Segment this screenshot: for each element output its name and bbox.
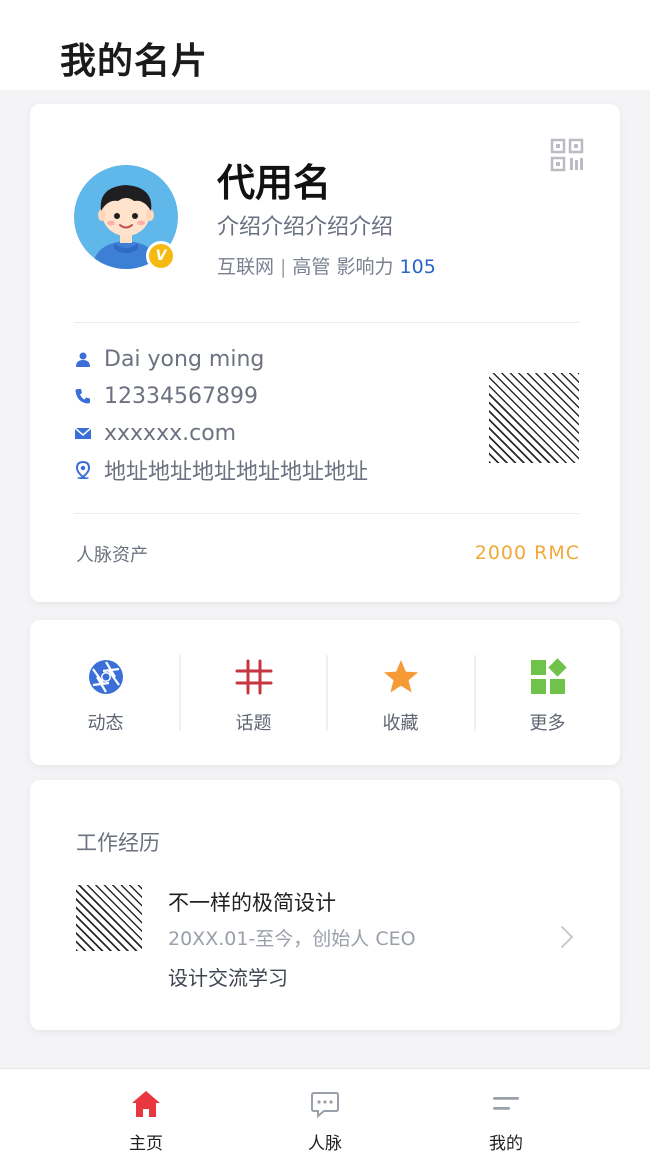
menu-icon (493, 1097, 519, 1110)
tab-label: 主页 (129, 1134, 163, 1154)
action-favorites[interactable]: 收藏 (327, 620, 474, 765)
page-header: 我的名片 (0, 0, 650, 90)
assets-label: 人脉资产 (76, 545, 148, 566)
action-topics[interactable]: 话题 (180, 620, 327, 765)
person-icon (76, 352, 90, 367)
phone-icon (75, 389, 90, 404)
star-icon (384, 660, 418, 693)
mail-icon (74, 427, 92, 439)
contact-address: 地址地址地址地址地址地址 (104, 460, 369, 485)
contact-name-row: Dai yong ming (74, 344, 264, 374)
aperture-icon (89, 660, 123, 694)
business-card: V 代用名 介绍介绍介绍介绍 互联网 | 高管 影响力 105 Dai yong m… (30, 104, 620, 602)
home-icon (132, 1091, 160, 1117)
card-tags: 互联网 | 高管 影响力 105 (217, 252, 436, 279)
assets-value: 2000 RMC (474, 542, 580, 564)
work-period: 20XX.01-至今，创始人 CEO (168, 928, 416, 950)
action-more[interactable]: 更多 (474, 620, 621, 765)
verified-badge: V (146, 241, 176, 271)
card-intro: 介绍介绍介绍介绍 (217, 215, 394, 240)
grid-more-icon (531, 658, 567, 694)
work-description: 设计交流学习 (168, 966, 288, 990)
tab-home[interactable]: 主页 (76, 1069, 216, 1156)
location-pin-icon (75, 461, 91, 479)
tab-mine[interactable]: 我的 (436, 1069, 576, 1156)
quick-actions: 动态 话题 收藏 更多 (30, 620, 620, 765)
chat-bubble-icon (311, 1092, 339, 1119)
contact-name: Dai yong ming (104, 346, 265, 372)
contact-phone: 12334567899 (104, 383, 258, 409)
qr-code-image[interactable] (489, 373, 579, 463)
tab-contacts[interactable]: 人脉 (255, 1069, 395, 1156)
contact-address-row[interactable]: 地址地址地址地址地址地址 (74, 455, 368, 485)
tab-label: 我的 (489, 1134, 523, 1154)
influence-label: 影响力 (336, 256, 394, 278)
bottom-tab-bar: 主页 人脉 我的 (0, 1068, 650, 1156)
card-name: 代用名 (217, 161, 332, 205)
action-moments[interactable]: 动态 (32, 620, 179, 765)
industry-tag: 互联网 (217, 256, 275, 278)
divider (74, 513, 580, 514)
action-label: 话题 (235, 713, 272, 734)
page-title: 我的名片 (60, 41, 209, 82)
qr-code-icon[interactable] (550, 138, 584, 172)
tag-separator: | (280, 256, 287, 278)
work-experience-card: 工作经历 不一样的极简设计 20XX.01-至今，创始人 CEO 设计交流学习 (30, 780, 620, 1030)
section-title: 工作经历 (76, 831, 160, 855)
contact-phone-row[interactable]: 12334567899 (74, 381, 258, 411)
tab-label: 人脉 (308, 1134, 342, 1154)
work-thumbnail (76, 885, 142, 951)
hashtag-icon (235, 659, 273, 695)
action-label: 更多 (529, 713, 566, 734)
work-company: 不一样的极简设计 (168, 891, 336, 915)
action-label: 收藏 (382, 713, 419, 734)
role-tag: 高管 (292, 256, 331, 278)
divider (74, 322, 580, 323)
contact-email-row[interactable]: xxxxxx.com (74, 418, 236, 448)
contact-email: xxxxxx.com (104, 420, 237, 446)
action-label: 动态 (87, 713, 124, 734)
influence-value: 105 (399, 256, 436, 278)
chevron-right-icon[interactable] (558, 924, 576, 950)
